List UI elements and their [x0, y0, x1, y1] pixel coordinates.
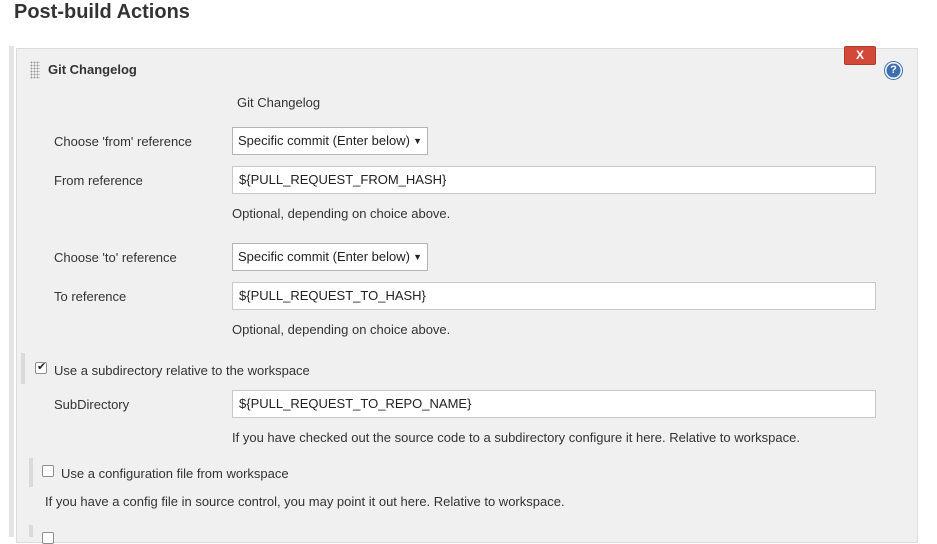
- to-choice-selected: Specific commit (Enter below): [238, 249, 410, 264]
- subdirectory-help: If you have checked out the source code …: [232, 430, 800, 445]
- page-title: Post-build Actions: [14, 1, 190, 23]
- subdirectory-checkbox[interactable]: ✔: [35, 361, 47, 374]
- optional-block-bar: [21, 353, 25, 384]
- drag-handle-icon[interactable]: [30, 61, 40, 79]
- to-reference-help: Optional, depending on choice above.: [232, 322, 451, 337]
- to-reference-field[interactable]: ${PULL_REQUEST_TO_HASH}: [232, 282, 876, 310]
- checkmark-icon: ✔: [37, 361, 47, 373]
- subdirectory-field[interactable]: ${PULL_REQUEST_TO_REPO_NAME}: [232, 390, 876, 418]
- to-choice-label: Choose 'to' reference: [54, 250, 177, 265]
- to-reference-label: To reference: [54, 289, 127, 304]
- config-file-checkbox[interactable]: [42, 465, 54, 477]
- help-icon[interactable]: ?: [885, 62, 902, 79]
- section-indent-bar: [9, 46, 14, 537]
- from-choice-selected: Specific commit (Enter below): [238, 133, 410, 148]
- config-file-option-label[interactable]: Use a configuration file from workspace: [61, 466, 289, 481]
- subdirectory-option-label[interactable]: Use a subdirectory relative to the works…: [54, 363, 310, 378]
- next-option-checkbox[interactable]: [42, 532, 54, 544]
- from-choice-label: Choose 'from' reference: [54, 134, 192, 149]
- publisher-display-name: Git Changelog: [237, 95, 321, 110]
- chevron-down-icon: ▼: [413, 252, 422, 262]
- optional-block-bar: [29, 525, 33, 537]
- from-choice-select[interactable]: Specific commit (Enter below) ▼: [232, 127, 428, 155]
- from-reference-help: Optional, depending on choice above.: [232, 206, 451, 221]
- delete-button[interactable]: X: [844, 46, 876, 65]
- from-reference-label: From reference: [54, 173, 143, 188]
- subdirectory-label: SubDirectory: [54, 397, 130, 412]
- to-choice-select[interactable]: Specific commit (Enter below) ▼: [232, 243, 428, 271]
- chevron-down-icon: ▼: [413, 136, 422, 146]
- optional-block-bar: [29, 458, 33, 487]
- config-file-help: If you have a config file in source cont…: [45, 494, 565, 509]
- publisher-title: Git Changelog: [48, 62, 137, 77]
- from-reference-field[interactable]: ${PULL_REQUEST_FROM_HASH}: [232, 166, 876, 194]
